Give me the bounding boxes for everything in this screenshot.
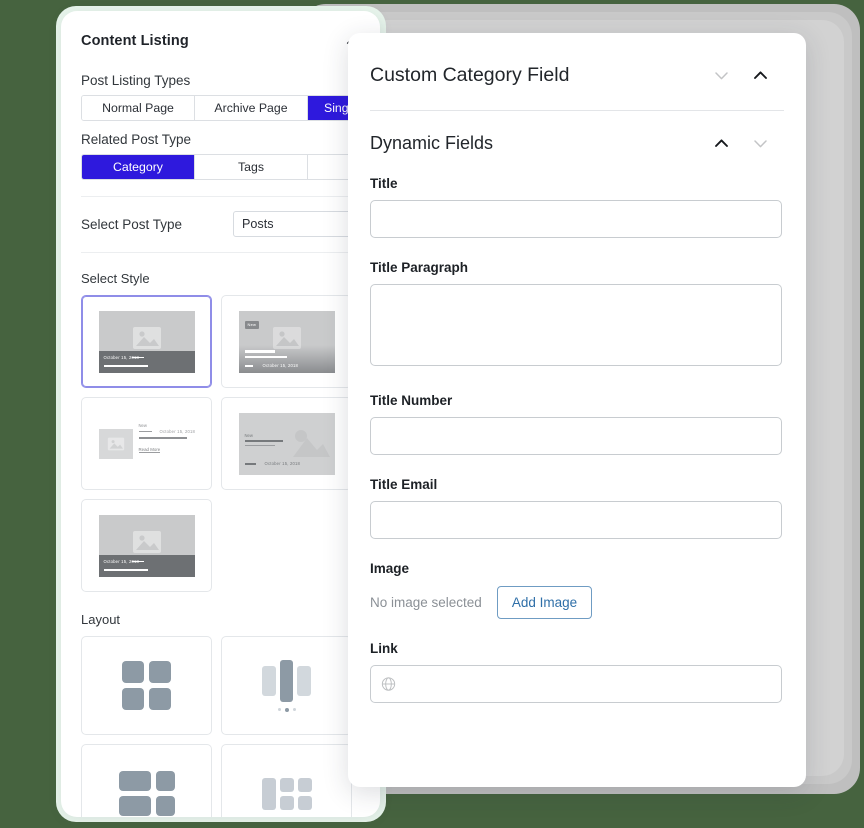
title-email-input[interactable] (370, 501, 782, 539)
title-line (104, 569, 148, 571)
layout-mixed-grid-card[interactable] (81, 744, 212, 817)
select-post-type-row: Select Post Type Posts ◆ (81, 211, 380, 237)
style-card-3-text: New October 15, 2018 Read More (139, 423, 195, 465)
add-image-button[interactable]: Add Image (497, 586, 592, 619)
title-input[interactable] (370, 200, 782, 238)
style-card-3[interactable]: New October 15, 2018 Read More (81, 397, 212, 490)
divider (81, 196, 380, 197)
title-paragraph-textarea[interactable] (370, 284, 782, 366)
page-title: Content Listing (81, 33, 189, 49)
style-thumb-4: New October 15, 2018 (239, 413, 335, 475)
link-field-label: Link (370, 641, 784, 656)
link-input[interactable] (370, 665, 782, 703)
title-email-field-label: Title Email (370, 477, 784, 492)
post-listing-types-segmented[interactable]: Normal Page Archive Page Single Related (81, 95, 380, 121)
style-thumb-3: New October 15, 2018 Read More (99, 413, 195, 475)
meta-line (132, 357, 144, 359)
select-style-label: Select Style (81, 271, 360, 286)
custom-category-field-body: Custom Category Field Dynamic Fields (348, 33, 806, 787)
screen-stage: Content Listing Post Listing Types Norma… (0, 0, 864, 828)
chevron-up-icon[interactable] (712, 134, 731, 153)
sub-line (245, 445, 275, 446)
title-number-input[interactable] (370, 417, 782, 455)
meta-line (132, 561, 144, 563)
select-post-type-label: Select Post Type (81, 217, 182, 232)
segment-normal-page[interactable]: Normal Page (82, 96, 195, 120)
chevron-down-icon[interactable] (751, 134, 770, 153)
grid-4-icon (122, 661, 171, 710)
image-field-row: No image selected Add Image (370, 586, 784, 619)
photo-icon (287, 425, 331, 459)
title-line (245, 440, 283, 443)
layout-grid-card[interactable] (81, 636, 212, 735)
related-post-type-segmented[interactable]: Category Tags Both (81, 154, 380, 180)
content-listing-scroll[interactable]: Content Listing Post Listing Types Norma… (61, 11, 380, 817)
sub-line (245, 356, 287, 358)
meta-line (245, 463, 256, 465)
style-card-5[interactable]: October 15, 2018 (81, 499, 212, 592)
modal-title: Custom Category Field (370, 64, 569, 87)
header-controls (712, 66, 784, 85)
style-card-4-badge: New (245, 433, 253, 438)
image-field-label: Image (370, 561, 784, 576)
title-line (104, 365, 148, 367)
style-card-4-date: October 15, 2018 (265, 461, 301, 466)
style-card-1[interactable]: October 15, 2018 (81, 295, 212, 388)
dynamic-fields-title: Dynamic Fields (370, 133, 493, 154)
layout-grid (81, 636, 360, 817)
related-post-type-label: Related Post Type (81, 132, 360, 147)
style-thumb-5: October 15, 2018 (99, 515, 195, 577)
title-paragraph-field-label: Title Paragraph (370, 260, 784, 275)
dynamic-fields-header: Dynamic Fields (370, 111, 784, 154)
style-card-3-date: October 15, 2018 (160, 429, 196, 434)
photo-icon (132, 530, 162, 554)
image-status-text: No image selected (370, 595, 482, 610)
title-number-field-label: Title Number (370, 393, 784, 408)
photo-icon (107, 437, 125, 451)
select-post-type-value: Posts (242, 217, 274, 231)
post-listing-types-label: Post Listing Types (81, 73, 360, 88)
dynamic-fields-controls (712, 134, 784, 153)
mixed-grid-icon (119, 771, 175, 816)
layout-label: Layout (81, 612, 360, 627)
custom-category-field-modal: Custom Category Field Dynamic Fields (348, 33, 806, 787)
masonry-icon (262, 778, 312, 810)
meta-line (139, 431, 152, 433)
layout-carousel-card[interactable] (221, 636, 352, 735)
chevron-up-icon[interactable] (751, 66, 770, 85)
segment-tags[interactable]: Tags (195, 155, 308, 179)
style-card-3-badge: New (139, 423, 147, 428)
style-card-3-read-more: Read More (139, 447, 161, 454)
select-style-grid: October 15, 2018 New October 15, 2018 (81, 295, 360, 592)
content-listing-header[interactable]: Content Listing (81, 11, 360, 69)
photo-icon (272, 326, 302, 350)
title-line (139, 437, 187, 440)
image-placeholder (99, 429, 133, 459)
segment-category[interactable]: Category (82, 155, 195, 179)
segment-archive-page[interactable]: Archive Page (195, 96, 308, 120)
style-thumb-2: New October 15, 2018 (239, 311, 335, 373)
style-card-4[interactable]: New October 15, 2018 (221, 397, 352, 490)
link-field-wrap (370, 665, 782, 703)
chevron-down-icon[interactable] (712, 66, 731, 85)
photo-icon (132, 326, 162, 350)
custom-category-field-header: Custom Category Field (370, 33, 784, 87)
title-line (245, 350, 275, 353)
meta-line (245, 365, 253, 367)
layout-masonry-card[interactable] (221, 744, 352, 817)
style-card-2-date: October 15, 2018 (263, 363, 299, 368)
content-listing-panel: Content Listing Post Listing Types Norma… (61, 11, 380, 817)
style-card-2[interactable]: New October 15, 2018 (221, 295, 352, 388)
carousel-icon (262, 660, 311, 712)
style-card-2-badge: New (245, 321, 260, 329)
style-thumb-1: October 15, 2018 (99, 311, 195, 373)
title-field-label: Title (370, 176, 784, 191)
divider (81, 252, 380, 253)
